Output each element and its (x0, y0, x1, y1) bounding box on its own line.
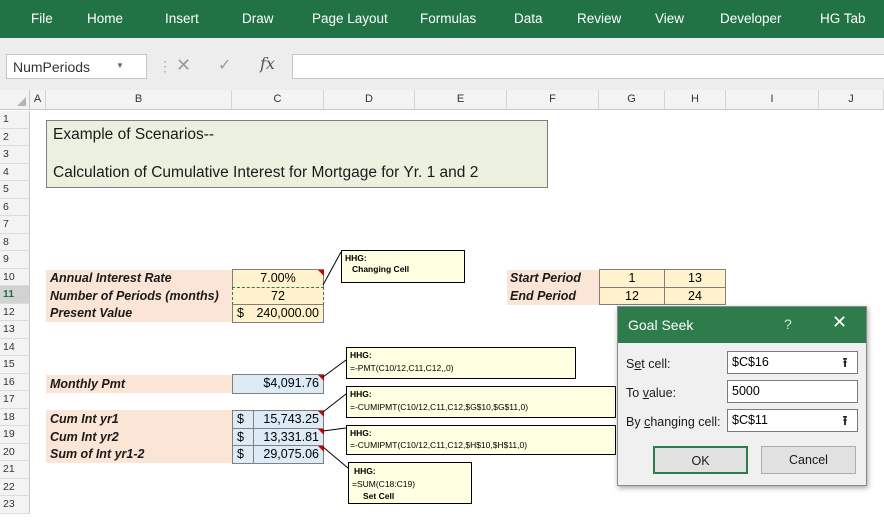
comment-text: =-PMT(C10/12,C11,C12,,0) (350, 363, 454, 373)
changing-cell-input[interactable]: $C$11 ⭱ (727, 409, 858, 432)
comment-text: =SUM(C18:C19) (352, 479, 416, 489)
to-value-input[interactable]: 5000 (727, 380, 858, 403)
comment-author: HHG: (350, 350, 372, 360)
goal-seek-dialog: Goal Seek ? ✕ Set cell: $C$16 ⭱ To value… (617, 306, 867, 486)
comment-cumipmt-1[interactable]: HHG: =-CUMIPMT(C10/12,C11,C12,$G$10,$G$1… (346, 386, 616, 418)
close-icon[interactable]: ✕ (832, 312, 847, 333)
cancel-button[interactable]: Cancel (761, 446, 856, 474)
comment-author: HHG: (345, 253, 367, 263)
comment-text: Set Cell (363, 491, 395, 501)
help-icon[interactable]: ? (784, 316, 792, 332)
goal-seek-titlebar[interactable]: Goal Seek ? ✕ (618, 307, 866, 343)
set-cell-label: Set cell: (626, 357, 671, 371)
goal-seek-title: Goal Seek (628, 317, 694, 333)
comment-author: HHG: (350, 428, 372, 438)
collapse-dialog-icon[interactable]: ⭱ (837, 412, 853, 429)
comment-sum[interactable]: HHG: =SUM(C18:C19) Set Cell (348, 462, 472, 504)
comment-text: Changing Cell (352, 264, 410, 274)
comment-changing-cell[interactable]: HHG: Changing Cell (341, 250, 465, 283)
changing-cell-value: $C$11 (732, 413, 768, 427)
set-cell-value: $C$16 (732, 355, 769, 369)
comment-pmt[interactable]: HHG: =-PMT(C10/12,C11,C12,,0) (346, 347, 576, 379)
comment-text: =-CUMIPMT(C10/12,C11,C12,$H$10,$H$11,0) (350, 440, 528, 450)
ok-button[interactable]: OK (653, 446, 748, 474)
comment-author: HHG: (354, 466, 376, 476)
comment-text: =-CUMIPMT(C10/12,C11,C12,$G$10,$G$11,0) (350, 402, 529, 412)
collapse-dialog-icon[interactable]: ⭱ (837, 354, 853, 371)
to-value-label: To value: (626, 386, 677, 400)
comment-author: HHG: (350, 389, 372, 399)
to-value-value: 5000 (732, 384, 760, 398)
changing-cell-label: By changing cell: (626, 415, 721, 429)
comment-cumipmt-2[interactable]: HHG: =-CUMIPMT(C10/12,C11,C12,$H$10,$H$1… (346, 425, 616, 455)
set-cell-input[interactable]: $C$16 ⭱ (727, 351, 858, 374)
